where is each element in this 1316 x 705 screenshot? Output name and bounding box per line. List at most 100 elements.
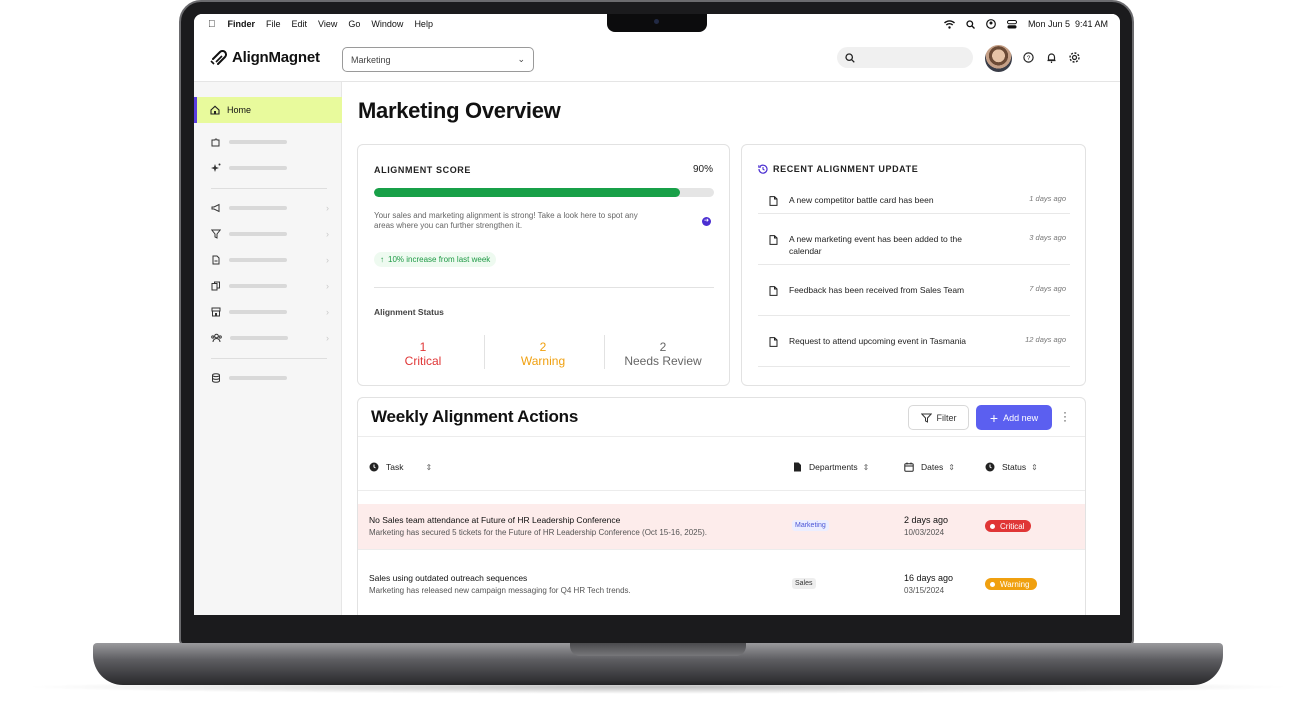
sidebar-item-files[interactable]: › [211, 280, 329, 292]
help-icon[interactable]: ? [1022, 51, 1035, 64]
column-header-departments-label: Departments [809, 462, 858, 472]
chevron-right-icon: › [326, 203, 329, 213]
update-item-text: A new competitor battle card has been [789, 195, 934, 205]
sidebar-item-team[interactable]: › [211, 332, 329, 344]
settings-gear-icon[interactable] [1068, 51, 1081, 64]
sidebar-item-campaigns[interactable]: › [211, 202, 329, 214]
copy-files-icon [211, 281, 220, 291]
sidebar-item-placeholder [229, 166, 287, 170]
row-relative-date: 2 days ago [904, 515, 949, 525]
row-task-detail: Marketing has secured 5 tickets for the … [369, 528, 707, 537]
recent-updates-title-text: RECENT ALIGNMENT UPDATE [773, 164, 919, 174]
table-row[interactable]: No Sales team attendance at Future of HR… [358, 504, 1085, 549]
update-item[interactable]: A new competitor battle card has been 1 … [758, 194, 1070, 214]
recent-updates-title: RECENT ALIGNMENT UPDATE [758, 164, 918, 174]
filter-button[interactable]: Filter [908, 405, 969, 430]
menu-view[interactable]: View [318, 19, 337, 29]
column-header-status[interactable]: Status ⇕ [985, 462, 1038, 472]
app-logo[interactable]: AlignMagnet [210, 49, 320, 66]
status-badge[interactable]: Warning [985, 578, 1037, 590]
menu-window[interactable]: Window [371, 19, 403, 29]
app-header: AlignMagnet Marketing ⌄ ? [194, 34, 1120, 82]
menu-go[interactable]: Go [348, 19, 360, 29]
document-icon [769, 337, 778, 347]
database-icon [212, 373, 220, 383]
column-header-departments[interactable]: Departments ⇕ [793, 462, 869, 472]
update-item-text: A new marketing event has been added to … [789, 234, 962, 256]
chevron-right-icon: › [326, 229, 329, 239]
sidebar-item-database[interactable] [211, 372, 329, 384]
status-warning[interactable]: 2 Warning [484, 340, 602, 368]
menu-finder[interactable]: Finder [228, 19, 256, 29]
department-select-value: Marketing [351, 54, 391, 65]
search-input[interactable] [837, 47, 973, 68]
more-options-icon[interactable]: · · · [1062, 406, 1068, 426]
sidebar-item-placeholder [229, 232, 287, 236]
alignment-status-title: Alignment Status [374, 307, 444, 317]
wifi-icon[interactable] [943, 19, 955, 29]
plus-icon: + [989, 409, 999, 426]
camera-notch [607, 14, 707, 32]
table-row[interactable]: Sales using outdated outreach sequences … [358, 562, 1085, 607]
status-badge[interactable]: Critical [985, 520, 1032, 532]
update-item[interactable]: Feedback has been received from Sales Te… [758, 284, 1070, 316]
column-header-dates[interactable]: Dates ⇕ [904, 462, 955, 472]
filter-button-label: Filter [936, 412, 957, 423]
row-task-title: No Sales team attendance at Future of HR… [369, 515, 621, 525]
sort-icon[interactable]: ⇕ [863, 463, 870, 472]
sort-icon[interactable]: ⇕ [425, 463, 432, 472]
update-item[interactable]: Request to attend upcoming event in Tasm… [758, 335, 1070, 367]
laptop-base-groove [570, 643, 746, 656]
update-item-time: 7 days ago [1029, 284, 1066, 293]
column-header-dates-label: Dates [921, 462, 944, 472]
menubar-date: Mon Jun 5 [1027, 19, 1070, 29]
avatar[interactable] [985, 45, 1012, 72]
increase-badge: ↑ 10% increase from last week [374, 252, 497, 267]
sidebar-divider [211, 358, 327, 359]
add-new-button[interactable]: + Add new [976, 405, 1052, 430]
sidebar-item-integrations[interactable] [211, 136, 329, 148]
chevron-right-icon: › [326, 307, 329, 317]
alignment-score-label: ALIGNMENT SCORE [374, 165, 472, 175]
document-icon [769, 235, 778, 245]
sidebar-item-home[interactable]: Home [194, 97, 342, 123]
add-new-button-label: Add new [1003, 412, 1039, 423]
sparkles-icon [211, 163, 221, 172]
column-header-task[interactable]: Task ⇕ [369, 462, 432, 472]
apple-menu-icon[interactable]:  [208, 19, 216, 30]
spotlight-icon[interactable] [966, 19, 975, 29]
camera-icon [654, 19, 659, 24]
notification-bell-icon[interactable] [1045, 51, 1058, 64]
sidebar-item-funnel[interactable]: › [211, 228, 329, 240]
status-needs-review[interactable]: 2 Needs Review [604, 340, 722, 368]
department-select[interactable]: Marketing ⌄ [342, 47, 534, 72]
sidebar-item-documents[interactable]: › [211, 254, 329, 266]
sort-icon[interactable]: ⇕ [948, 463, 955, 472]
sidebar-item-placeholder [229, 284, 287, 288]
sidebar-item-store[interactable]: › [211, 306, 329, 318]
alignment-score-value: 90% [692, 164, 713, 175]
sidebar-divider [211, 188, 327, 189]
status-critical[interactable]: 1 Critical [364, 340, 482, 368]
megaphone-icon [211, 203, 220, 213]
storefront-icon [211, 307, 221, 317]
update-item-time: 12 days ago [1025, 335, 1066, 344]
funnel-icon [211, 229, 221, 239]
sort-icon[interactable]: ⇕ [1031, 463, 1038, 472]
document-icon [769, 196, 778, 206]
control-center-icon[interactable] [1006, 19, 1017, 29]
status-badge-label: Warning [1000, 579, 1030, 589]
card-divider [374, 287, 714, 288]
sidebar-item-ai[interactable] [211, 162, 329, 174]
arrow-up-icon: ↑ [380, 255, 384, 264]
menubar-time: 9:41 AM [1074, 19, 1108, 29]
update-item[interactable]: A new marketing event has been added to … [758, 233, 1070, 265]
sidebar-item-placeholder [229, 376, 287, 380]
puzzle-icon [211, 138, 220, 147]
arrow-right-circle-icon[interactable]: ➜ [702, 217, 711, 226]
svg-text:?: ? [1027, 55, 1031, 62]
menu-edit[interactable]: Edit [292, 19, 308, 29]
menu-help[interactable]: Help [414, 19, 433, 29]
user-account-icon[interactable] [986, 19, 996, 29]
menu-file[interactable]: File [266, 19, 281, 29]
